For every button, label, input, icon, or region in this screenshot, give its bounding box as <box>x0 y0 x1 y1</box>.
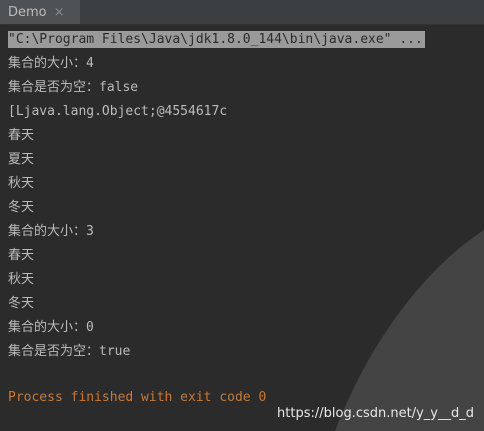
console-output[interactable]: "C:\Program Files\Java\jdk1.8.0_144\bin\… <box>8 28 484 410</box>
output-line: 春天 <box>8 248 35 263</box>
output-line: [Ljava.lang.Object;@4554617c <box>8 104 228 119</box>
output-line: 集合的大小：0 <box>8 320 94 335</box>
output-line: 夏天 <box>8 152 35 167</box>
watermark-url: https://blog.csdn.net/y_y__d_d <box>277 406 474 421</box>
close-icon[interactable]: × <box>54 6 65 19</box>
output-line: 集合的大小：4 <box>8 56 94 71</box>
output-line: 秋天 <box>8 272 35 287</box>
tab-demo[interactable]: Demo × <box>0 0 80 24</box>
editor-tab-bar: Demo × <box>0 0 484 25</box>
tab-title: Demo <box>8 4 47 20</box>
output-line: 春天 <box>8 128 35 143</box>
output-line: 集合的大小：3 <box>8 224 94 239</box>
command-text: "C:\Program Files\Java\jdk1.8.0_144\bin\… <box>8 31 425 48</box>
command-line: "C:\Program Files\Java\jdk1.8.0_144\bin\… <box>8 28 484 52</box>
output-line: 集合是否为空：true <box>8 344 131 359</box>
output-line: 集合是否为空：false <box>8 80 139 95</box>
output-line: 秋天 <box>8 176 35 191</box>
output-line: 冬天 <box>8 296 35 311</box>
output-line: 冬天 <box>8 200 35 215</box>
